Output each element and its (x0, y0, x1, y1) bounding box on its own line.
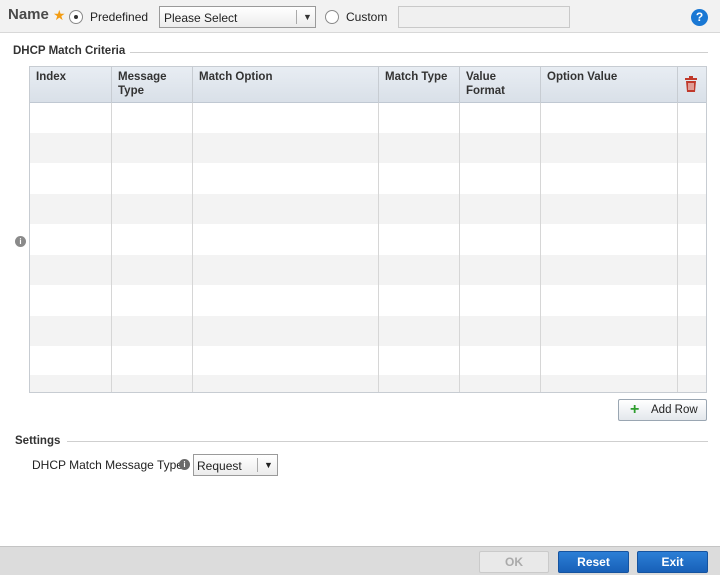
col-message-type[interactable]: Message Type (112, 67, 193, 103)
name-select-value: Please Select (164, 11, 238, 25)
table-header: Index Message Type Match Option Match Ty… (30, 67, 706, 103)
custom-name-input[interactable] (398, 6, 570, 28)
add-row-button[interactable]: + Add Row (618, 399, 707, 421)
criteria-table: Index Message Type Match Option Match Ty… (29, 66, 707, 393)
table-row (30, 375, 706, 392)
name-label: Name (8, 6, 49, 23)
trash-icon[interactable] (684, 76, 698, 92)
section-divider (67, 441, 708, 442)
info-icon[interactable]: i (179, 459, 190, 470)
custom-label: Custom (346, 10, 388, 24)
custom-radio[interactable] (325, 10, 339, 24)
column-divider (111, 103, 112, 392)
name-select[interactable]: Please Select ▼ (159, 6, 316, 28)
table-row (30, 285, 706, 315)
message-type-select[interactable]: Request ▼ (193, 454, 278, 476)
column-divider (459, 103, 460, 392)
chevron-down-icon: ▼ (303, 12, 312, 22)
select-divider (296, 10, 297, 24)
exit-button[interactable]: Exit (637, 551, 708, 573)
table-row (30, 133, 706, 163)
column-divider (378, 103, 379, 392)
footer-bar: OK Reset Exit (0, 546, 720, 575)
plus-icon: + (630, 401, 640, 418)
name-bar: Name ★ Predefined Please Select ▼ Custom… (0, 0, 720, 33)
section-divider (130, 52, 708, 53)
required-star-icon: ★ (53, 7, 66, 23)
column-divider (677, 103, 678, 392)
predefined-label: Predefined (90, 10, 149, 24)
reset-button[interactable]: Reset (558, 551, 629, 573)
add-row-label: Add Row (651, 404, 698, 416)
ok-button[interactable]: OK (479, 551, 549, 573)
col-match-type[interactable]: Match Type (379, 67, 460, 103)
select-divider (257, 458, 258, 472)
message-type-label: DHCP Match Message Type (32, 458, 183, 472)
table-row (30, 346, 706, 376)
col-value-format[interactable]: Value Format (460, 67, 541, 103)
table-row (30, 103, 706, 133)
col-index[interactable]: Index (30, 67, 112, 103)
criteria-section-title: DHCP Match Criteria (13, 45, 126, 57)
table-row (30, 255, 706, 285)
column-divider (192, 103, 193, 392)
predefined-radio[interactable] (69, 10, 83, 24)
table-row (30, 194, 706, 224)
info-icon[interactable]: i (15, 236, 26, 247)
table-row (30, 163, 706, 193)
table-row (30, 316, 706, 346)
column-divider (540, 103, 541, 392)
message-type-value: Request (197, 459, 242, 473)
chevron-down-icon: ▼ (264, 460, 273, 470)
help-icon[interactable]: ? (691, 9, 708, 26)
settings-section-title: Settings (15, 435, 61, 447)
col-match-option[interactable]: Match Option (193, 67, 379, 103)
table-row (30, 224, 706, 254)
col-option-value[interactable]: Option Value (541, 67, 678, 103)
